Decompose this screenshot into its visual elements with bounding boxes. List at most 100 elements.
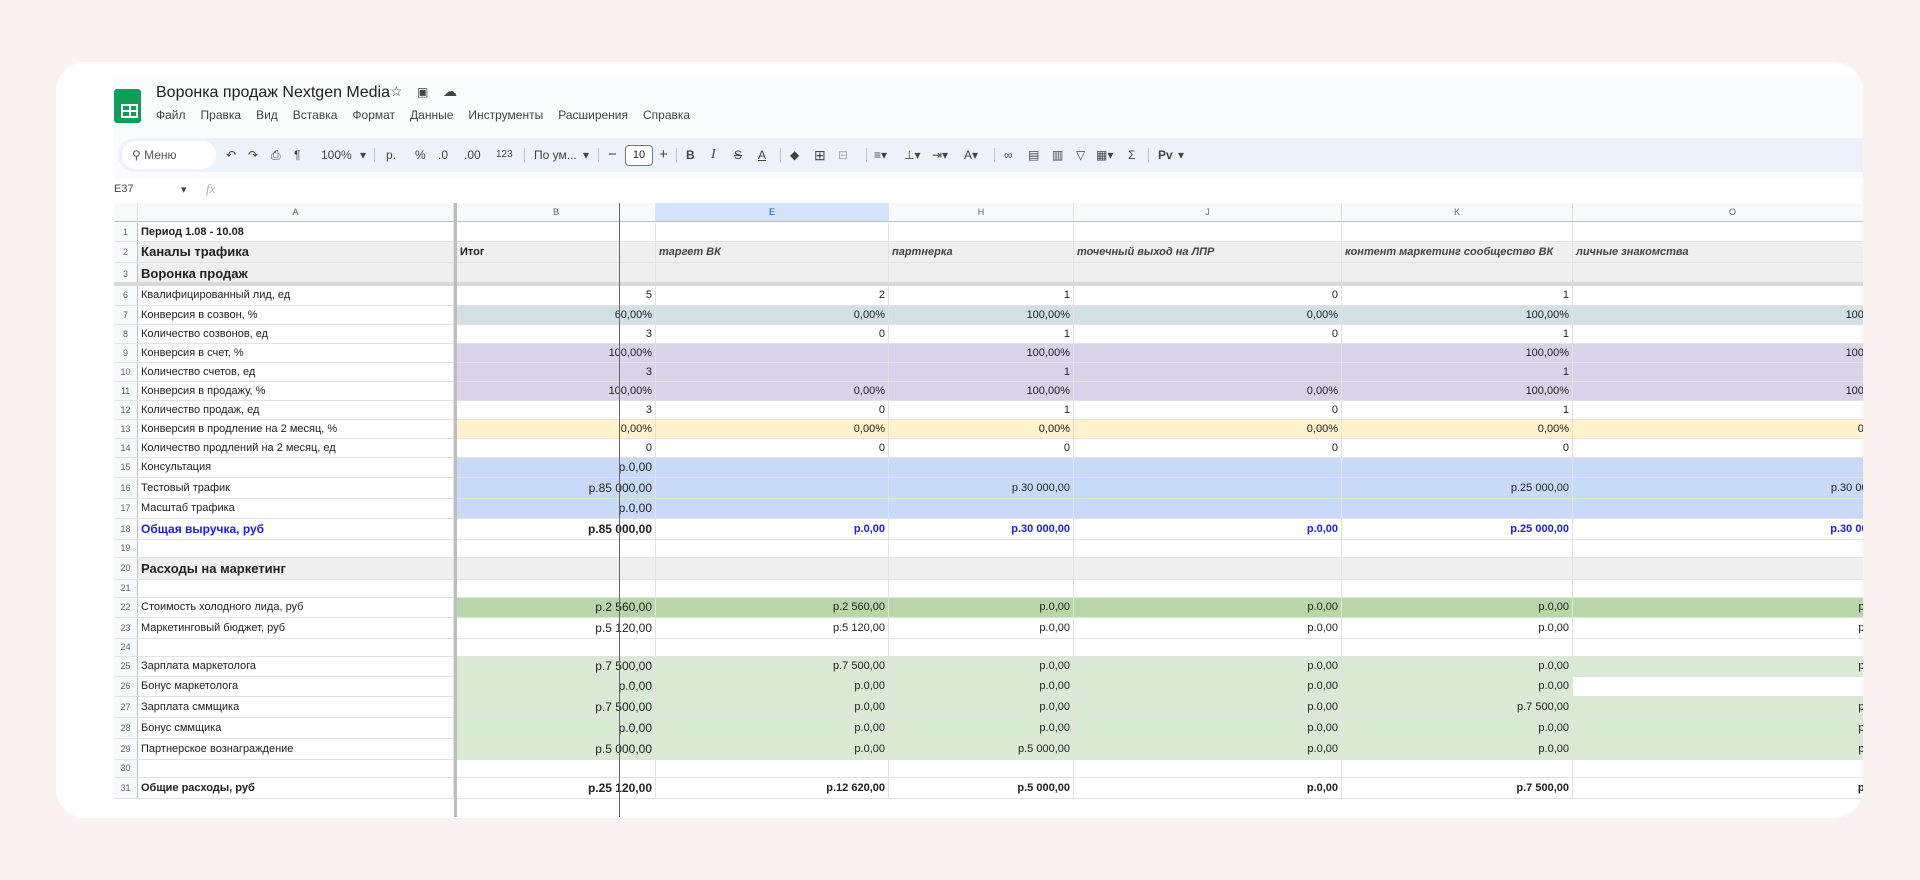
cell-a10[interactable]: Количество счетов, ед (138, 363, 454, 381)
cell-k1[interactable] (1342, 223, 1573, 241)
functions-icon[interactable]: Σ (1128, 138, 1135, 172)
decrease-font-size-button[interactable]: − (608, 138, 617, 172)
cell-o15[interactable] (1573, 458, 1863, 477)
cell-h24[interactable] (889, 639, 1074, 656)
cell-h18[interactable]: р.30 000,00 (889, 519, 1074, 539)
strikethrough-icon[interactable]: S (734, 138, 742, 172)
cell-j17[interactable] (1074, 499, 1342, 518)
cell-h11[interactable]: 100,00% (889, 382, 1074, 400)
cell-h25[interactable]: р.0,00 (889, 657, 1074, 676)
menu-search[interactable]: ⚲ Меню (122, 141, 216, 169)
input-tools-button[interactable]: Рv (1158, 138, 1173, 172)
cell-h26[interactable]: р.0,00 (889, 677, 1074, 696)
cell-b10[interactable]: 3 (457, 363, 656, 381)
cell-a25[interactable]: Зарплата маркетолога (138, 657, 454, 676)
menu-extensions[interactable]: Расширения (558, 108, 628, 126)
cell-a13[interactable]: Конверсия в продление на 2 месяц, % (138, 420, 454, 438)
cell-k20[interactable] (1342, 558, 1573, 579)
cell-k28[interactable]: р.0,00 (1342, 718, 1573, 738)
cell-b28[interactable]: р.0,00 (457, 718, 656, 738)
cell-o26[interactable] (1573, 677, 1863, 696)
cell-a22[interactable]: Стоимость холодного лида, руб (138, 598, 454, 617)
cell-a15[interactable]: Консультация (138, 458, 454, 477)
currency-format-button[interactable]: р. (386, 138, 396, 172)
cell-e16[interactable] (656, 478, 889, 498)
cell-e2[interactable]: таргет ВК (656, 242, 889, 262)
cell-b7[interactable]: 60,00% (457, 306, 656, 324)
cell-o14[interactable]: 0 (1573, 439, 1863, 457)
cell-k19[interactable] (1342, 540, 1573, 557)
row-number[interactable]: 28 (114, 718, 138, 738)
vertical-align-icon[interactable]: ⊥▾ (904, 138, 920, 172)
cell-j2[interactable]: точечный выход на ЛПР (1074, 242, 1342, 262)
cell-b17[interactable]: р.0,00 (457, 499, 656, 518)
chevron-down-icon[interactable]: ▾ (181, 183, 187, 196)
cell-b8[interactable]: 3 (457, 325, 656, 343)
cell-k3[interactable] (1342, 263, 1573, 282)
cell-h13[interactable]: 0,00% (889, 420, 1074, 438)
cell-h6[interactable]: 1 (889, 286, 1074, 305)
chevron-down-icon[interactable]: ▾ (1178, 138, 1184, 172)
cell-j21[interactable] (1074, 580, 1342, 597)
cell-h19[interactable] (889, 540, 1074, 557)
row-number[interactable]: 9 (114, 344, 138, 362)
cell-b9[interactable]: 100,00% (457, 344, 656, 362)
row-number[interactable]: 2 (114, 242, 138, 262)
cell-e10[interactable] (656, 363, 889, 381)
filter-icon[interactable]: ▽ (1076, 138, 1085, 172)
cell-k29[interactable]: р.0,00 (1342, 739, 1573, 759)
cell-k18[interactable]: р.25 000,00 (1342, 519, 1573, 539)
increase-font-size-button[interactable]: + (659, 138, 668, 172)
row-number[interactable]: 24 (114, 639, 138, 656)
row-number[interactable]: 30 (114, 760, 138, 777)
cell-h10[interactable]: 1 (889, 363, 1074, 381)
cell-e23[interactable]: р.5 120,00 (656, 618, 889, 638)
cell-o1[interactable] (1573, 223, 1863, 241)
cell-a6[interactable]: Квалифицированный лид, ед (138, 286, 454, 305)
cell-a24[interactable] (138, 639, 454, 656)
row-number[interactable]: 26 (114, 677, 138, 696)
cell-b3[interactable] (457, 263, 656, 282)
row-number[interactable]: 6 (114, 286, 138, 305)
row-number[interactable]: 29 (114, 739, 138, 759)
cell-h15[interactable] (889, 458, 1074, 477)
cell-o3[interactable] (1573, 263, 1863, 282)
cell-o21[interactable] (1573, 580, 1863, 597)
cell-k10[interactable]: 1 (1342, 363, 1573, 381)
sheets-logo-icon[interactable] (114, 89, 141, 123)
cell-b22[interactable]: р.2 560,00 (457, 598, 656, 617)
cell-o27[interactable]: р.0,00 (1573, 697, 1863, 717)
cell-a23[interactable]: Маркетинговый бюджет, руб (138, 618, 454, 638)
cell-j14[interactable]: 0 (1074, 439, 1342, 457)
cell-o22[interactable]: р.0,00 (1573, 598, 1863, 617)
increase-decimal-button[interactable]: .00 (464, 138, 481, 172)
row-number[interactable]: 18 (114, 519, 138, 539)
cell-h29[interactable]: р.5 000,00 (889, 739, 1074, 759)
italic-icon[interactable]: I (711, 138, 716, 172)
chevron-down-icon[interactable]: ▾ (360, 138, 366, 172)
cell-j27[interactable]: р.0,00 (1074, 697, 1342, 717)
cell-e20[interactable] (656, 558, 889, 579)
cell-j1[interactable] (1074, 223, 1342, 241)
cell-j29[interactable]: р.0,00 (1074, 739, 1342, 759)
cell-a26[interactable]: Бонус маркетолога (138, 677, 454, 696)
cell-k27[interactable]: р.7 500,00 (1342, 697, 1573, 717)
cell-e19[interactable] (656, 540, 889, 557)
cell-j15[interactable] (1074, 458, 1342, 477)
insert-comment-icon[interactable]: ▤ (1028, 138, 1039, 172)
cell-b14[interactable]: 0 (457, 439, 656, 457)
cell-o30[interactable] (1573, 760, 1863, 777)
text-rotation-icon[interactable]: A▾ (964, 138, 978, 172)
cell-e14[interactable]: 0 (656, 439, 889, 457)
cell-j18[interactable]: р.0,00 (1074, 519, 1342, 539)
horizontal-align-icon[interactable]: ≡▾ (874, 138, 887, 172)
row-number[interactable]: 3 (114, 263, 138, 282)
cell-k8[interactable]: 1 (1342, 325, 1573, 343)
cell-e30[interactable] (656, 760, 889, 777)
row-number[interactable]: 16 (114, 478, 138, 498)
menu-insert[interactable]: Вставка (293, 108, 338, 126)
cell-a16[interactable]: Тестовый трафик (138, 478, 454, 498)
cell-b20[interactable] (457, 558, 656, 579)
cell-j31[interactable]: р.0,00 (1074, 778, 1342, 798)
cell-b30[interactable] (457, 760, 656, 777)
